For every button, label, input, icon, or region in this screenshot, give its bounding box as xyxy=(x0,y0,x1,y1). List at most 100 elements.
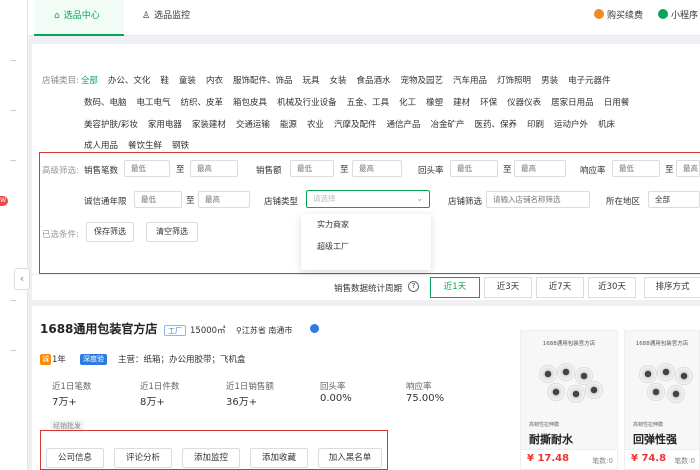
repeat-rate-min-input[interactable] xyxy=(450,160,498,177)
category-item[interactable]: 汽摩及配件 xyxy=(334,120,377,130)
category-item[interactable]: 印刷 xyxy=(527,120,544,130)
product-footer: ¥ 17.48 笔数:0 xyxy=(521,449,617,469)
help-icon[interactable]: ? xyxy=(408,281,419,292)
clear-filter-button[interactable]: 清空筛选 xyxy=(146,222,198,242)
integrity-years-min-input[interactable] xyxy=(134,191,182,208)
store-type-option[interactable]: 实力商家 xyxy=(301,214,431,236)
response-rate-max-input[interactable] xyxy=(676,160,700,177)
category-item[interactable]: 橡塑 xyxy=(426,98,443,108)
stat-value: 75.00% xyxy=(406,393,445,404)
review-analysis-button[interactable]: 评论分析 xyxy=(114,448,172,468)
product-header: 1688通用包装官方店 xyxy=(635,341,689,347)
integrity-icon: 诚 xyxy=(40,354,51,365)
category-item[interactable]: 居家日用品 xyxy=(551,98,594,108)
tab-selection-center[interactable]: ⌂ 选品中心 xyxy=(34,0,124,36)
selected-conditions-label: 已选条件: xyxy=(42,230,79,240)
category-item[interactable]: 办公、文化 xyxy=(108,76,151,86)
category-item[interactable]: 宠物及园艺 xyxy=(401,76,444,86)
category-item[interactable]: 仪器仪表 xyxy=(507,98,541,108)
period-1d-button[interactable]: 近1天 xyxy=(430,277,480,298)
category-item[interactable]: 五金、工具 xyxy=(347,98,390,108)
category-item[interactable]: 箱包皮具 xyxy=(233,98,267,108)
category-item[interactable]: 灯饰照明 xyxy=(497,76,531,86)
mini-program-link[interactable]: 小程序 xyxy=(658,0,698,32)
sales-amount-min-input[interactable] xyxy=(290,160,334,177)
category-item[interactable]: 电子元器件 xyxy=(568,76,611,86)
category-item[interactable]: 服饰配件、饰品 xyxy=(233,76,293,86)
period-7d-button[interactable]: 近7天 xyxy=(536,277,584,298)
integrity-years-max-input[interactable] xyxy=(198,191,250,208)
category-item[interactable]: 美容护肤/彩妆 xyxy=(84,120,138,130)
category-item[interactable]: 成人用品 xyxy=(84,141,118,151)
category-item[interactable]: 童装 xyxy=(179,76,196,86)
category-row-2: 数码、电脑 电工电气 纺织、皮革 箱包皮具 机械及行业设备 五金、工具 化工 橡塑 建材 环保 仪器… xyxy=(84,96,639,108)
category-item[interactable]: 运动户外 xyxy=(554,120,588,130)
category-item[interactable]: 日用餐 xyxy=(604,98,630,108)
add-blacklist-button[interactable]: 加入黑名单 xyxy=(318,448,382,468)
category-item[interactable]: 全部 xyxy=(81,76,98,86)
category-row-4: 成人用品 餐饮生鲜 钢铁 xyxy=(84,139,199,151)
category-item[interactable]: 化工 xyxy=(399,98,416,108)
sales-count-min-input[interactable] xyxy=(124,160,170,177)
category-item[interactable]: 机械及行业设备 xyxy=(277,98,337,108)
range-separator: 至 xyxy=(340,165,349,175)
tab-selection-monitor[interactable]: ♙ 选品监控 xyxy=(134,0,224,36)
add-monitor-button[interactable]: 添加监控 xyxy=(182,448,240,468)
store-type-select[interactable]: 请选择 ⌄ xyxy=(306,190,430,208)
store-name[interactable]: 1688通用包装官方店 xyxy=(40,320,157,337)
response-rate-min-input[interactable] xyxy=(612,160,660,177)
category-item[interactable]: 内衣 xyxy=(206,76,223,86)
product-subtag: 高韧性拉伸膜 xyxy=(633,422,664,428)
sort-method-select[interactable]: 排序方式 xyxy=(644,277,700,298)
category-item[interactable]: 能源 xyxy=(280,120,297,130)
period-3d-button[interactable]: 近3天 xyxy=(484,277,532,298)
category-item[interactable]: 交通运输 xyxy=(236,120,270,130)
collapse-sidebar-button[interactable]: ‹ xyxy=(14,268,30,290)
range-separator: 至 xyxy=(503,165,512,175)
category-item[interactable]: 家用电器 xyxy=(148,120,182,130)
category-item[interactable]: 玩具 xyxy=(302,76,319,86)
category-item[interactable]: 冶金矿产 xyxy=(430,120,464,130)
period-30d-button[interactable]: 近30天 xyxy=(588,277,636,298)
product-title: 耐撕耐水 xyxy=(529,433,573,446)
category-item[interactable]: 通信产品 xyxy=(386,120,420,130)
stat-value: 7万+ xyxy=(52,397,77,408)
company-info-button[interactable]: 公司信息 xyxy=(46,448,104,468)
product-orders: 笔数:0 xyxy=(592,457,613,465)
category-item[interactable]: 纺织、皮革 xyxy=(181,98,224,108)
category-item[interactable]: 医药、保养 xyxy=(475,120,518,130)
category-item[interactable]: 女装 xyxy=(329,76,346,86)
category-item[interactable]: 钢铁 xyxy=(172,141,189,151)
category-item[interactable]: 电工电气 xyxy=(137,98,171,108)
add-favorite-button[interactable]: 添加收藏 xyxy=(250,448,308,468)
buy-renew-link[interactable]: 购买续费 xyxy=(594,0,643,32)
category-item[interactable]: 数码、电脑 xyxy=(84,98,127,108)
store-type-option[interactable]: 超级工厂 xyxy=(301,236,431,258)
category-item[interactable]: 食品酒水 xyxy=(357,76,391,86)
product-header: 1688通用包装官方店 xyxy=(542,341,596,347)
sales-count-max-input[interactable] xyxy=(190,160,238,177)
region-select[interactable]: 全部 xyxy=(648,191,700,208)
product-card[interactable]: 1688通用包装官方店 高韧性拉伸膜 回弹性强 ¥ 74.8 笔数:0 xyxy=(624,330,700,470)
advanced-filter-label: 高级筛选: xyxy=(42,166,79,176)
integrity-years-label: 诚信通年限 xyxy=(84,197,127,207)
category-item[interactable]: 机床 xyxy=(598,120,615,130)
category-item[interactable]: 农业 xyxy=(307,120,324,130)
product-card[interactable]: 1688通用包装官方店 高韧性拉伸膜 耐撕耐水 ¥ 17.48 笔数:0 xyxy=(520,330,618,470)
category-item[interactable]: 鞋 xyxy=(160,76,169,86)
category-label: 店铺类目: xyxy=(42,76,79,86)
store-filter-input[interactable] xyxy=(486,191,590,208)
range-separator: 至 xyxy=(176,165,185,175)
repeat-rate-label: 回头率 xyxy=(418,166,444,176)
category-item[interactable]: 环保 xyxy=(480,98,497,108)
category-item[interactable]: 建材 xyxy=(453,98,470,108)
category-item[interactable]: 餐饮生鲜 xyxy=(128,141,162,151)
main-products: 主营：纸箱；办公用胶带；飞机盒 xyxy=(118,355,246,365)
sales-amount-max-input[interactable] xyxy=(352,160,402,177)
save-filter-button[interactable]: 保存筛选 xyxy=(86,222,134,242)
category-item[interactable]: 男装 xyxy=(541,76,558,86)
category-item[interactable]: 汽车用品 xyxy=(453,76,487,86)
factory-badge: 工厂 xyxy=(164,325,186,336)
repeat-rate-max-input[interactable] xyxy=(514,160,566,177)
category-item[interactable]: 家装建材 xyxy=(192,120,226,130)
